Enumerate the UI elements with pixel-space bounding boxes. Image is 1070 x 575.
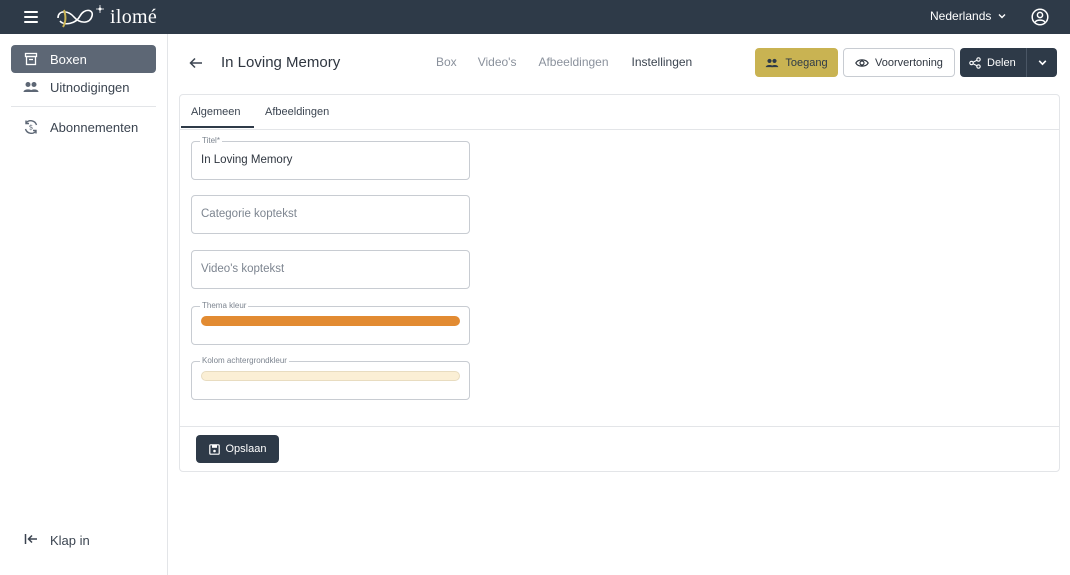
access-button-label: Toegang — [785, 56, 828, 69]
hamburger-menu-icon[interactable] — [24, 11, 38, 23]
people-icon — [23, 79, 39, 95]
sidebar-item-label: Boxen — [50, 51, 87, 67]
title-field-label: Titel* — [200, 136, 222, 145]
videos-header-field[interactable]: Video's koptekst — [191, 250, 470, 289]
save-button[interactable]: Opslaan — [196, 435, 279, 463]
preview-button[interactable]: Voorvertoning — [843, 48, 955, 77]
logo[interactable]: ilomé — [54, 4, 157, 30]
tab-afbeeldingen[interactable]: Afbeeldingen — [265, 106, 329, 118]
videos-header-placeholder: Video's koptekst — [201, 263, 285, 275]
theme-color-label: Thema kleur — [200, 301, 249, 310]
eye-icon — [855, 58, 869, 68]
theme-color-field[interactable]: Thema kleur — [191, 301, 470, 345]
nav-link-box[interactable]: Box — [436, 55, 457, 69]
chevron-down-icon[interactable] — [1037, 57, 1048, 68]
infinity-logo-icon — [57, 5, 104, 28]
preview-button-label: Voorvertoning — [875, 56, 943, 69]
tab-algemeen[interactable]: Algemeen — [191, 106, 241, 118]
card-divider — [180, 426, 1059, 427]
theme-color-swatch[interactable] — [201, 316, 460, 326]
svg-text:$: $ — [29, 124, 33, 132]
nav-link-instellingen[interactable]: Instellingen — [632, 55, 693, 69]
tab-bar: Algemeen Afbeeldingen — [180, 95, 1059, 130]
nav-link-afbeeldingen[interactable]: Afbeeldingen — [538, 55, 608, 69]
share-button[interactable]: Delen — [960, 48, 1057, 77]
archive-box-icon — [23, 51, 39, 67]
account-circle-icon[interactable] — [1031, 8, 1049, 26]
share-button-label: Delen — [987, 56, 1016, 69]
language-label: Nederlands — [930, 9, 992, 23]
column-background-field[interactable]: Kolom achtergrondkleur — [191, 356, 470, 400]
sidebar-divider — [11, 106, 156, 107]
language-selector[interactable]: Nederlands — [930, 9, 1007, 23]
currency-exchange-icon: $ — [23, 119, 39, 135]
logo-text: ilomé — [110, 5, 158, 28]
sidebar: Boxen Uitnodigingen $ Abonnementen Klap … — [0, 34, 168, 575]
collapse-sidebar-button[interactable]: Klap in — [24, 533, 90, 548]
sidebar-item-label: Uitnodigingen — [50, 79, 130, 95]
people-icon — [765, 58, 779, 68]
category-header-placeholder: Categorie koptekst — [201, 208, 297, 220]
page-title: In Loving Memory — [221, 54, 341, 71]
access-button[interactable]: Toegang — [755, 48, 838, 77]
title-field-value: In Loving Memory — [201, 154, 293, 166]
back-arrow-icon[interactable] — [188, 55, 204, 71]
title-field[interactable]: Titel* In Loving Memory — [191, 136, 470, 180]
collapse-label: Klap in — [50, 533, 90, 548]
category-header-field[interactable]: Categorie koptekst — [191, 195, 470, 234]
sidebar-item-boxen[interactable]: Boxen — [11, 45, 156, 73]
share-icon — [969, 56, 981, 69]
nav-link-videos[interactable]: Video's — [478, 55, 517, 69]
collapse-left-icon — [24, 533, 38, 548]
save-button-label: Opslaan — [225, 443, 267, 455]
settings-card: Algemeen Afbeeldingen Titel* In Loving M… — [179, 94, 1060, 472]
chevron-down-icon — [998, 14, 1006, 19]
column-background-swatch[interactable] — [201, 371, 460, 381]
column-background-label: Kolom achtergrondkleur — [200, 356, 289, 365]
active-tab-indicator — [181, 126, 254, 128]
share-divider — [1026, 48, 1027, 77]
sidebar-item-label: Abonnementen — [50, 119, 139, 135]
box-navigation: Box Video's Afbeeldingen Instellingen — [436, 55, 692, 69]
top-bar: ilomé Nederlands — [0, 0, 1070, 34]
sidebar-item-abonnementen[interactable]: $ Abonnementen — [11, 113, 156, 141]
floppy-disk-icon — [208, 443, 220, 455]
sidebar-item-uitnodigingen[interactable]: Uitnodigingen — [11, 73, 156, 101]
